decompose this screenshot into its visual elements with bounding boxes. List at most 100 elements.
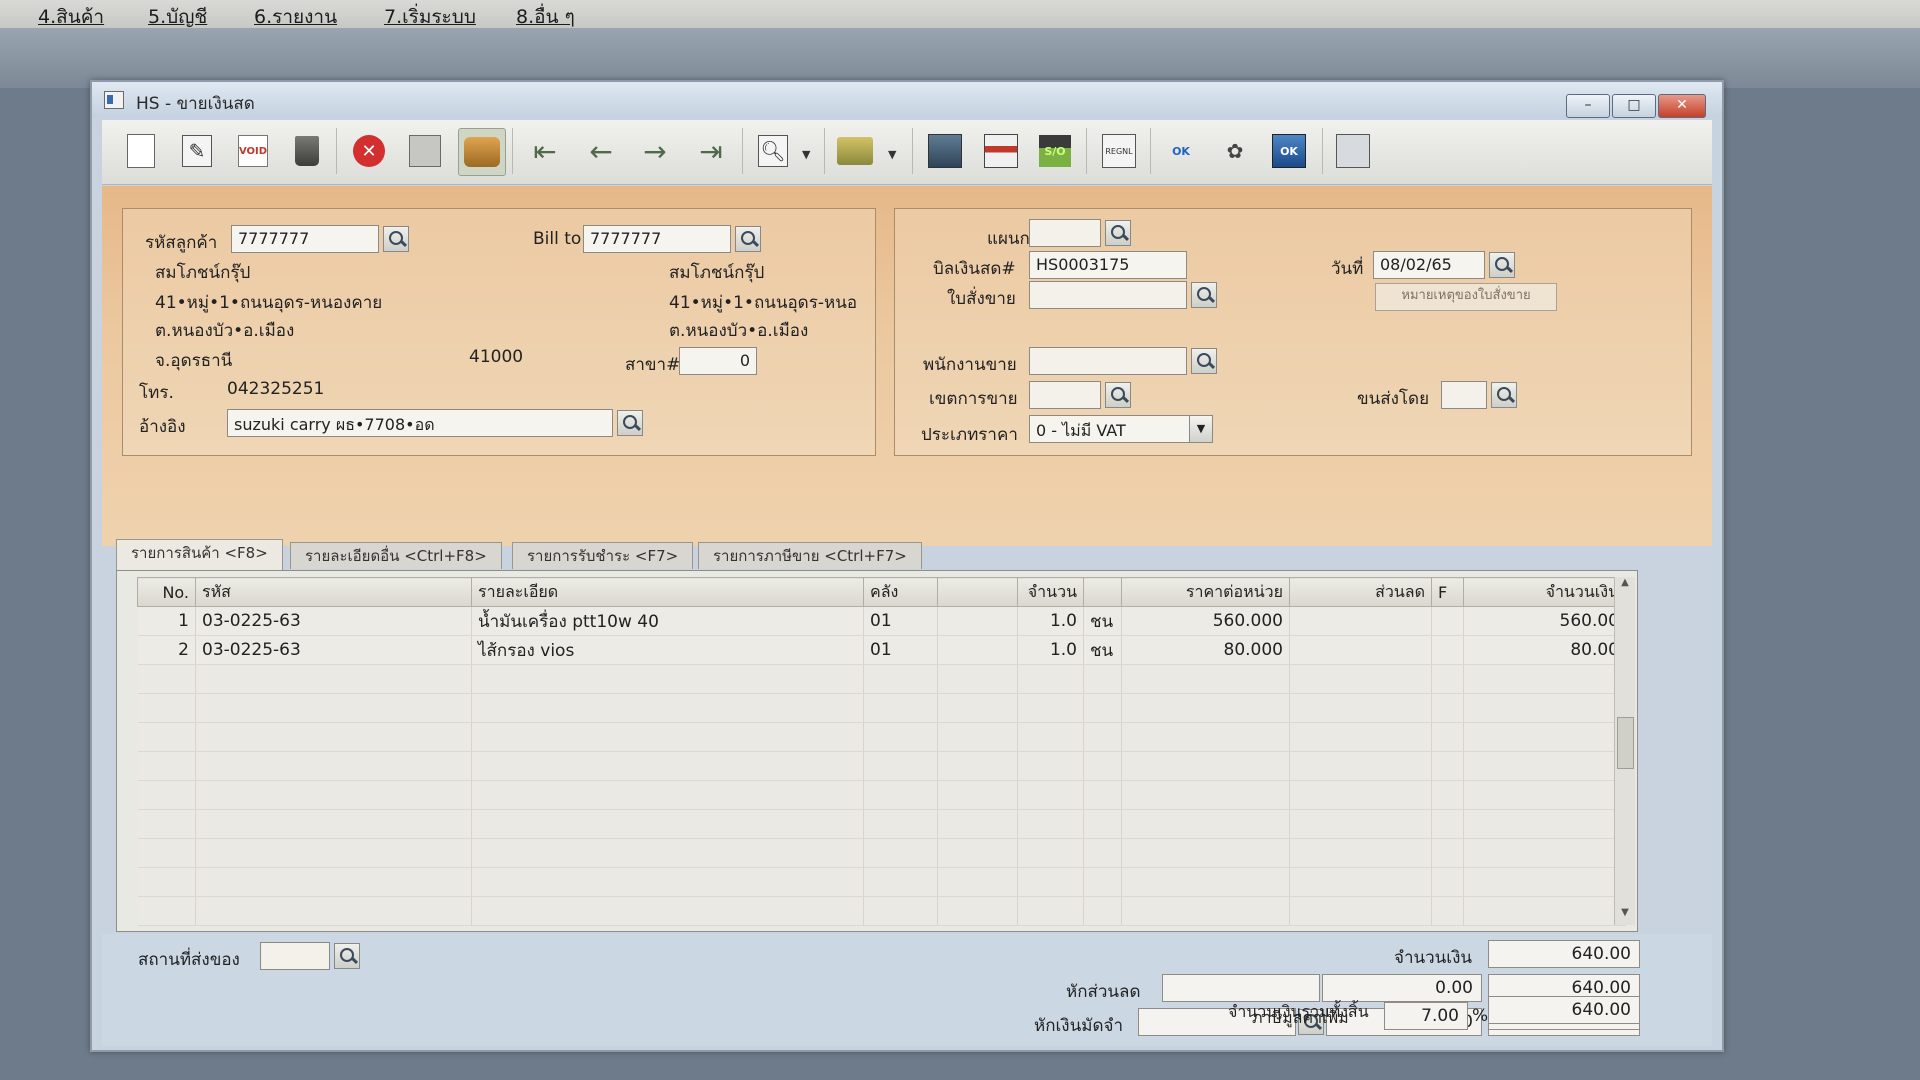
table-cell[interactable] bbox=[195, 751, 472, 781]
table-cell[interactable] bbox=[471, 780, 864, 810]
table-cell[interactable] bbox=[137, 896, 196, 926]
table-cell[interactable] bbox=[137, 664, 196, 694]
col-warehouse[interactable]: คลัง bbox=[863, 577, 938, 607]
table-row[interactable]: 2 03-0225-63 ไส้กรอง vios 01 1.0 ชน 80.000 80.0… bbox=[137, 635, 1626, 665]
table-cell[interactable] bbox=[195, 838, 472, 868]
new-button[interactable] bbox=[118, 128, 164, 174]
print-button[interactable] bbox=[832, 128, 878, 174]
table-cell[interactable] bbox=[937, 867, 1018, 897]
table-cell[interactable]: 1.0 bbox=[1017, 606, 1084, 636]
bill-to-field[interactable]: 7777777 bbox=[583, 225, 731, 253]
table-cell[interactable] bbox=[1083, 838, 1122, 868]
table-cell[interactable] bbox=[1431, 635, 1464, 665]
calculator-button[interactable] bbox=[922, 128, 968, 174]
table-cell[interactable]: 80.000 bbox=[1121, 635, 1290, 665]
table-cell[interactable] bbox=[1121, 809, 1290, 839]
table-cell[interactable] bbox=[1431, 867, 1464, 897]
table-cell[interactable] bbox=[471, 896, 864, 926]
table-cell[interactable] bbox=[137, 838, 196, 868]
empty-table-row[interactable] bbox=[137, 693, 1626, 723]
save-button[interactable] bbox=[402, 128, 448, 174]
table-cell[interactable] bbox=[1463, 809, 1626, 839]
empty-table-row[interactable] bbox=[137, 751, 1626, 781]
table-cell[interactable] bbox=[471, 693, 864, 723]
branch-field[interactable]: 0 bbox=[679, 347, 757, 375]
table-cell[interactable] bbox=[863, 722, 938, 752]
table-cell[interactable] bbox=[1463, 751, 1626, 781]
table-cell[interactable] bbox=[863, 838, 938, 868]
table-cell[interactable] bbox=[1083, 896, 1122, 926]
table-cell[interactable] bbox=[1289, 664, 1432, 694]
empty-table-row[interactable] bbox=[137, 896, 1626, 926]
chevron-down-icon[interactable]: ▼ bbox=[1189, 416, 1212, 442]
empty-table-row[interactable] bbox=[137, 722, 1626, 752]
previous-record-button[interactable]: ← bbox=[578, 128, 624, 174]
table-cell[interactable] bbox=[1017, 751, 1084, 781]
sales-order-button[interactable]: S/O bbox=[1032, 128, 1078, 174]
minimize-button[interactable]: – bbox=[1566, 94, 1610, 118]
register-button[interactable]: REGNL bbox=[1096, 128, 1142, 174]
empty-table-row[interactable] bbox=[137, 838, 1626, 868]
table-cell[interactable]: 80.00 bbox=[1463, 635, 1626, 665]
table-cell[interactable] bbox=[1017, 809, 1084, 839]
table-cell[interactable]: ชน bbox=[1083, 635, 1122, 665]
table-cell[interactable] bbox=[1463, 896, 1626, 926]
close-button[interactable]: ✕ bbox=[1658, 94, 1706, 118]
col-quantity[interactable]: จำนวน bbox=[1017, 577, 1084, 607]
table-cell[interactable] bbox=[195, 896, 472, 926]
discount-text-field[interactable] bbox=[1162, 974, 1320, 1002]
confirm-ok-button[interactable]: OK bbox=[1266, 128, 1312, 174]
table-cell[interactable] bbox=[1083, 867, 1122, 897]
table-cell[interactable] bbox=[1083, 780, 1122, 810]
table-cell[interactable] bbox=[1431, 664, 1464, 694]
table-cell[interactable] bbox=[195, 693, 472, 723]
table-cell[interactable] bbox=[1431, 809, 1464, 839]
table-cell[interactable]: 560.000 bbox=[1121, 606, 1290, 636]
table-cell[interactable]: ไส้กรอง vios bbox=[471, 635, 864, 665]
scroll-down-icon[interactable]: ▼ bbox=[1615, 907, 1635, 925]
table-cell[interactable]: 1 bbox=[137, 606, 196, 636]
sales-order-field[interactable] bbox=[1029, 281, 1187, 309]
sales-area-field[interactable] bbox=[1029, 381, 1101, 409]
table-cell[interactable] bbox=[1017, 838, 1084, 868]
table-cell[interactable] bbox=[863, 867, 938, 897]
stamp-ok-button[interactable]: ✿ bbox=[1212, 128, 1258, 174]
table-cell[interactable] bbox=[1431, 896, 1464, 926]
table-cell[interactable] bbox=[1289, 896, 1432, 926]
table-cell[interactable] bbox=[195, 664, 472, 694]
vat-rate-field[interactable]: 7.00 bbox=[1384, 1002, 1468, 1030]
tab-sales-tax[interactable]: รายการภาษีขาย <Ctrl+F7> bbox=[698, 542, 922, 569]
table-cell[interactable] bbox=[1289, 693, 1432, 723]
table-cell[interactable] bbox=[937, 606, 1018, 636]
table-cell[interactable] bbox=[471, 664, 864, 694]
table-cell[interactable] bbox=[1017, 867, 1084, 897]
table-cell[interactable] bbox=[471, 751, 864, 781]
print-dropdown-icon[interactable]: ▼ bbox=[888, 148, 896, 161]
sales-order-note-button[interactable]: หมายเหตุของใบสั่งขาย bbox=[1375, 283, 1557, 311]
table-cell[interactable]: 01 bbox=[863, 635, 938, 665]
department-search-icon[interactable] bbox=[1105, 220, 1131, 246]
department-field[interactable] bbox=[1029, 219, 1101, 247]
table-cell[interactable] bbox=[1083, 664, 1122, 694]
reference-field[interactable]: suzuki carry ผธ•7708•อด bbox=[227, 409, 613, 437]
table-cell[interactable] bbox=[937, 838, 1018, 868]
table-cell[interactable]: 1.0 bbox=[1017, 635, 1084, 665]
card-button[interactable] bbox=[978, 128, 1024, 174]
table-cell[interactable] bbox=[1289, 780, 1432, 810]
table-cell[interactable] bbox=[1463, 693, 1626, 723]
last-record-button[interactable]: ⇥ bbox=[688, 128, 734, 174]
table-cell[interactable] bbox=[1017, 664, 1084, 694]
col-unit-price[interactable]: ราคาต่อหน่วย bbox=[1121, 577, 1290, 607]
discount-value[interactable]: 0.00 bbox=[1322, 974, 1482, 1002]
salesman-field[interactable] bbox=[1029, 347, 1187, 375]
bill-to-search-icon[interactable] bbox=[735, 226, 761, 252]
table-cell[interactable] bbox=[1431, 693, 1464, 723]
table-cell[interactable] bbox=[137, 693, 196, 723]
reference-search-icon[interactable] bbox=[617, 410, 643, 436]
table-cell[interactable] bbox=[863, 664, 938, 694]
grid-scrollbar[interactable]: ▲ ▼ bbox=[1614, 577, 1635, 925]
table-cell[interactable] bbox=[1121, 751, 1290, 781]
table-cell[interactable]: น้ำมันเครื่อง ptt10w 40 bbox=[471, 606, 864, 636]
table-cell[interactable] bbox=[1083, 751, 1122, 781]
table-cell[interactable] bbox=[1121, 780, 1290, 810]
